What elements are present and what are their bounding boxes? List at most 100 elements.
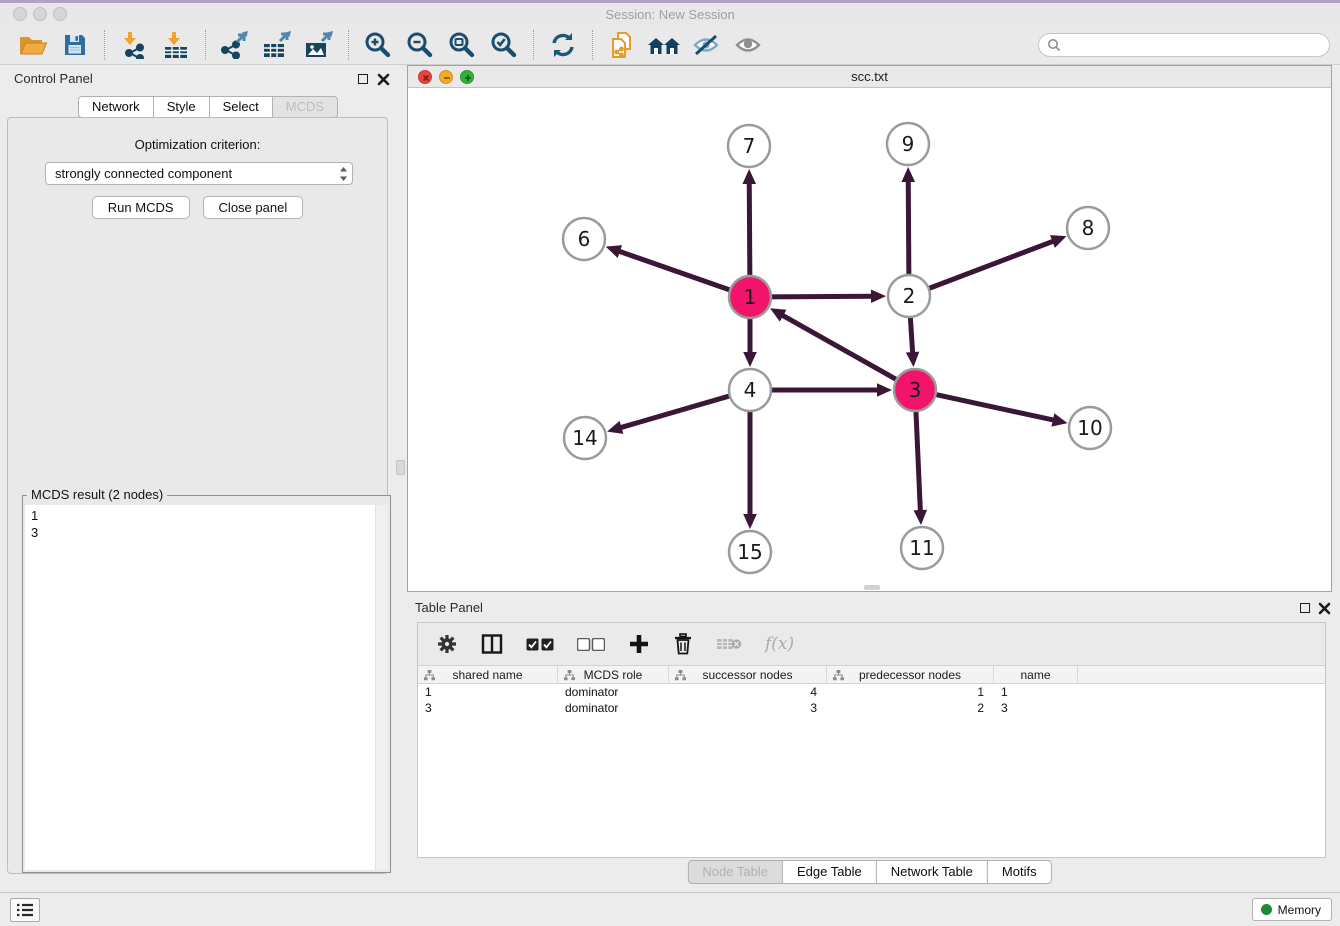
graph-edge-3-1[interactable] (781, 315, 898, 381)
cell: 2 (827, 701, 994, 715)
graph-edge-2-8[interactable] (927, 241, 1055, 289)
graph-node-11[interactable]: 11 (901, 527, 943, 569)
cell: dominator (558, 685, 669, 699)
split-view-icon[interactable] (481, 634, 503, 654)
toolbar-separator (533, 30, 534, 60)
refresh-view-icon[interactable] (546, 29, 580, 61)
delete-column-icon[interactable] (673, 633, 693, 655)
graph-node-3[interactable]: 3 (894, 369, 936, 411)
network-canvas[interactable]: 7 9 6 8 1 2 4 3 14 10 15 11 (408, 88, 1331, 591)
table-row[interactable]: 3dominator323 (418, 700, 1325, 716)
tab-select[interactable]: Select (209, 96, 273, 118)
run-mcds-button[interactable]: Run MCDS (92, 196, 190, 219)
window-zoom-button[interactable] (53, 7, 67, 21)
export-network-icon[interactable] (218, 29, 252, 61)
hide-graphics-icon[interactable] (689, 29, 723, 61)
save-session-icon[interactable] (58, 29, 92, 61)
graph-node-2[interactable]: 2 (888, 275, 930, 317)
magnifier-check-icon (490, 31, 518, 59)
table-settings-icon[interactable] (436, 633, 458, 655)
export-table-icon[interactable] (260, 29, 294, 61)
network-zoom-button[interactable] (460, 70, 474, 84)
tab-network-table[interactable]: Network Table (876, 860, 988, 884)
tab-node-table[interactable]: Node Table (687, 860, 783, 884)
canvas-scrollbar-thumb[interactable] (864, 585, 880, 590)
show-graphics-icon[interactable] (731, 29, 765, 61)
tab-network[interactable]: Network (78, 96, 154, 118)
task-history-button[interactable] (10, 898, 40, 922)
graph-edge-1-6[interactable] (618, 251, 732, 291)
mcds-result-list[interactable]: 13 (25, 505, 388, 870)
deselect-all-checkboxes-icon[interactable] (577, 638, 605, 651)
graph-node-1[interactable]: 1 (729, 276, 771, 318)
graph-edge-3-10[interactable] (934, 394, 1055, 420)
cell: 3 (669, 701, 827, 715)
import-table-icon[interactable] (159, 29, 193, 61)
graph-edge-1-2[interactable] (769, 296, 873, 297)
select-all-checkboxes-icon[interactable] (526, 638, 554, 651)
graph-node-4[interactable]: 4 (729, 369, 771, 411)
go-home-icon[interactable] (647, 29, 681, 61)
result-item[interactable]: 1 (25, 507, 388, 524)
close-panel-button[interactable]: Close panel (203, 196, 304, 219)
arrow-down-table-icon (162, 31, 190, 59)
control-panel-title: Control Panel (14, 71, 93, 86)
graph-node-7[interactable]: 7 (728, 125, 770, 167)
column-header-successor-nodes[interactable]: successor nodes (669, 666, 827, 683)
network-close-button[interactable] (418, 70, 432, 84)
memory-button[interactable]: Memory (1252, 898, 1332, 921)
network-minimize-button[interactable] (439, 70, 453, 84)
network-window-title: scc.txt (408, 66, 1331, 87)
export-image-icon[interactable] (302, 29, 336, 61)
graph-node-6[interactable]: 6 (563, 218, 605, 260)
zoom-out-icon[interactable] (403, 29, 437, 61)
share-arrow-icon (220, 31, 250, 59)
panel-splitter-handle[interactable] (396, 460, 405, 475)
result-scrollbar[interactable] (375, 505, 388, 870)
delete-table-icon[interactable] (716, 636, 742, 652)
function-builder-icon[interactable]: f(x) (765, 634, 794, 654)
graph-edge-2-9[interactable] (908, 180, 909, 277)
edge-arrowhead (743, 352, 757, 367)
graph-edge-2-3[interactable] (910, 315, 912, 354)
clone-network-icon[interactable] (605, 29, 639, 61)
close-table-panel-icon[interactable] (1318, 602, 1331, 615)
add-column-icon[interactable] (628, 633, 650, 655)
node-label: 10 (1077, 416, 1102, 440)
criterion-select[interactable]: strongly connected component (45, 162, 353, 185)
window-close-button[interactable] (13, 7, 27, 21)
graph-edge-3-11[interactable] (916, 409, 921, 512)
zoom-selected-icon[interactable] (487, 29, 521, 61)
search-input[interactable] (1038, 33, 1330, 57)
open-session-icon[interactable] (16, 29, 50, 61)
float-table-panel-icon[interactable] (1300, 603, 1310, 613)
search-field[interactable] (1061, 36, 1329, 54)
graph-node-9[interactable]: 9 (887, 123, 929, 165)
table-row[interactable]: 1dominator411 (418, 684, 1325, 700)
window-minimize-button[interactable] (33, 7, 47, 21)
float-panel-icon[interactable] (358, 74, 368, 84)
tab-style[interactable]: Style (153, 96, 210, 118)
graph-edge-4-14[interactable] (620, 395, 732, 428)
zoom-in-icon[interactable] (361, 29, 395, 61)
column-header-predecessor-nodes[interactable]: predecessor nodes (827, 666, 994, 683)
result-item[interactable]: 3 (25, 524, 388, 541)
graph-node-15[interactable]: 15 (729, 531, 771, 573)
column-header-name[interactable]: name (994, 666, 1078, 683)
cell: 1 (418, 685, 558, 699)
copy-pages-icon (608, 30, 636, 60)
tab-edge-table[interactable]: Edge Table (782, 860, 877, 884)
column-header-MCDS-role[interactable]: MCDS role (558, 666, 669, 683)
graph-node-14[interactable]: 14 (564, 417, 606, 459)
tab-mcds[interactable]: MCDS (272, 96, 338, 118)
import-network-icon[interactable] (117, 29, 151, 61)
close-panel-icon[interactable] (377, 73, 390, 86)
zoom-fit-icon[interactable] (445, 29, 479, 61)
graph-node-8[interactable]: 8 (1067, 207, 1109, 249)
node-label: 14 (572, 426, 597, 450)
graph-node-10[interactable]: 10 (1069, 407, 1111, 449)
graph-edge-1-7[interactable] (749, 182, 750, 278)
node-label: 3 (909, 378, 922, 402)
tab-motifs[interactable]: Motifs (987, 860, 1052, 884)
column-header-shared-name[interactable]: shared name (418, 666, 558, 683)
